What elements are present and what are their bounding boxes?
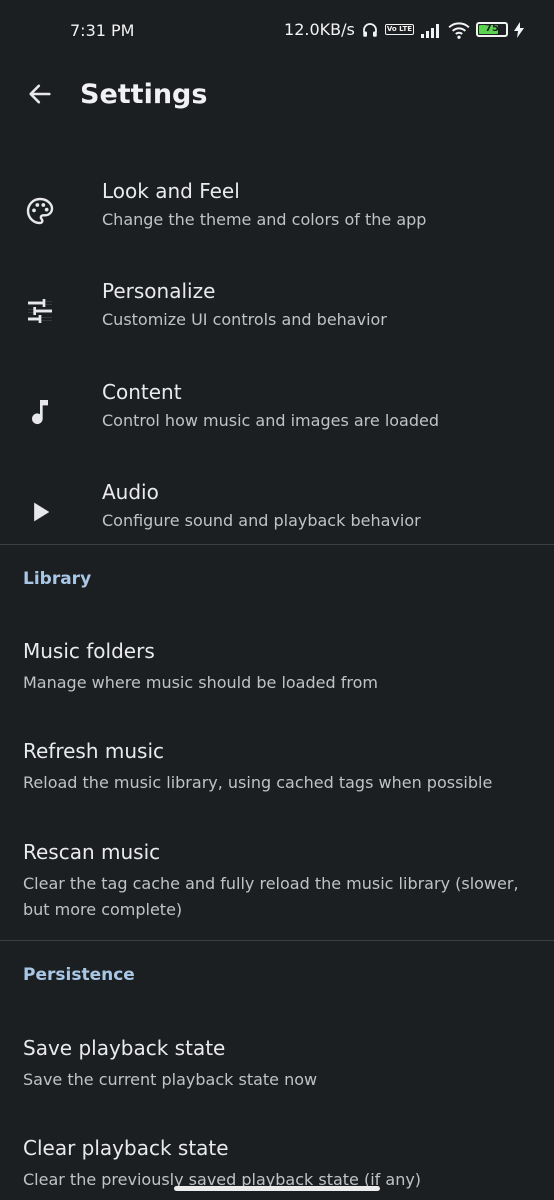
toolbar: Settings [0, 64, 554, 130]
item-label: Save playback state [23, 1036, 226, 1060]
persistence-header: Persistence [23, 965, 135, 985]
signal-icon [420, 22, 442, 38]
battery-icon: 75 [476, 22, 508, 37]
item-summary: Reload the music library, using cached t… [23, 773, 493, 792]
item-summary: Clear the tag cache and fully reload the… [23, 874, 519, 919]
music-note-icon [22, 394, 58, 430]
page-title: Settings [80, 79, 208, 110]
wifi-icon [448, 21, 470, 39]
divider [0, 544, 554, 545]
item-summary: Configure sound and playback behavior [102, 511, 421, 530]
gesture-navigation-bar[interactable] [174, 1186, 380, 1191]
volte-icon: Vo LTE [384, 24, 414, 35]
item-label: Look and Feel [102, 179, 240, 203]
library-header: Library [23, 569, 92, 589]
music-folders-item[interactable]: Music folders Manage where music should … [0, 639, 554, 719]
arrow-back-icon [26, 80, 54, 112]
rescan-music-item[interactable]: Rescan music Clear the tag cache and ful… [0, 840, 554, 940]
item-summary: Change the theme and colors of the app [102, 210, 427, 229]
item-label: Audio [102, 480, 159, 504]
headphones-icon [361, 21, 379, 39]
item-label: Refresh music [23, 739, 165, 763]
save-playback-state-item[interactable]: Save playback state Save the current pla… [0, 1036, 554, 1116]
palette-icon [22, 193, 58, 229]
personalize-item[interactable]: Personalize Customize UI controls and be… [0, 261, 554, 357]
item-summary: Customize UI controls and behavior [102, 310, 387, 329]
charging-icon [514, 21, 524, 38]
divider [0, 940, 554, 941]
refresh-music-item[interactable]: Refresh music Reload the music library, … [0, 739, 554, 819]
item-label: Music folders [23, 639, 155, 663]
item-summary: Manage where music should be loaded from [23, 673, 378, 692]
network-speed: 12.0KB/s [284, 20, 355, 39]
tune-icon [22, 293, 58, 329]
content-item[interactable]: Content Control how music and images are… [0, 362, 554, 458]
status-bar: 7:31 PM 12.0KB/s Vo LTE 75 [0, 0, 554, 64]
item-summary: Save the current playback state now [23, 1070, 318, 1089]
status-time: 7:31 PM [70, 21, 135, 40]
item-label: Clear playback state [23, 1136, 229, 1160]
status-icons: 12.0KB/s Vo LTE 75 [284, 20, 524, 39]
item-summary: Control how music and images are loaded [102, 411, 440, 430]
item-label: Content [102, 380, 182, 404]
item-label: Rescan music [23, 840, 161, 864]
battery-level: 75 [485, 23, 499, 34]
item-label: Personalize [102, 279, 216, 303]
back-button[interactable] [22, 78, 58, 114]
look-and-feel-item[interactable]: Look and Feel Change the theme and color… [0, 161, 554, 257]
play-icon [22, 494, 58, 530]
